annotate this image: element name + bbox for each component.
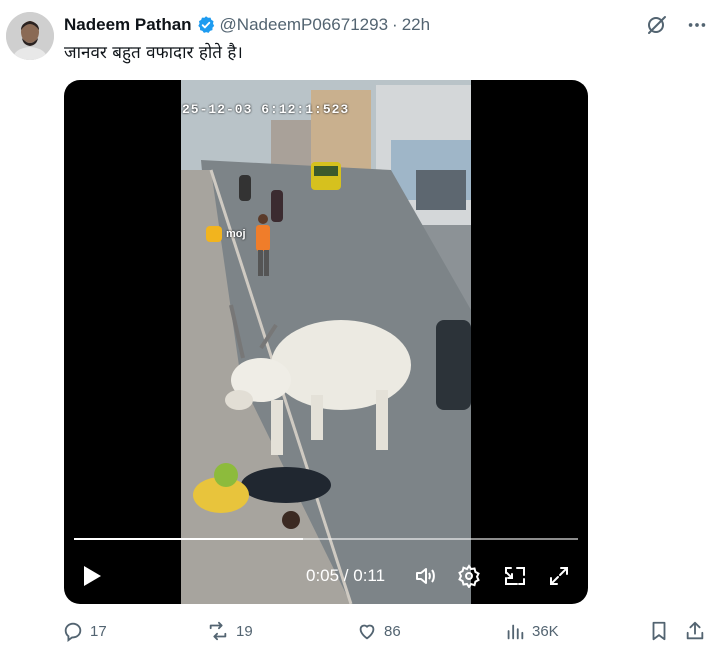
views-button[interactable]: 36K (504, 620, 559, 642)
author-handle[interactable]: @NadeemP06671293 (220, 15, 389, 35)
avatar[interactable] (6, 12, 54, 60)
watermark-label: moj (226, 228, 246, 240)
tweet-text: जानवर बहुत वफादार होते है। (64, 43, 243, 63)
moj-logo-icon (206, 226, 222, 242)
repost-button[interactable]: 19 (206, 620, 253, 642)
header-separator: · (392, 15, 398, 34)
share-icon (686, 621, 704, 640)
author-display-name[interactable]: Nadeem Pathan (64, 15, 192, 35)
grok-icon[interactable] (644, 12, 670, 38)
tweet-action-bar: 17 19 86 36K (62, 620, 718, 646)
bookmark-button[interactable] (648, 620, 670, 642)
more-icon[interactable] (684, 12, 710, 38)
video-progress-fill (74, 538, 304, 540)
share-button[interactable] (684, 620, 706, 642)
reply-count: 17 (90, 622, 107, 640)
views-icon (507, 624, 524, 640)
video-player[interactable]: 25-12-03 6:12:1:523 moj 0:05 / 0:11 (64, 80, 588, 604)
picture-in-picture-icon[interactable] (501, 562, 529, 590)
avatar-image (6, 12, 54, 60)
reply-button[interactable]: 17 (62, 620, 107, 642)
video-watermark: moj (206, 226, 246, 242)
play-icon[interactable] (78, 562, 106, 590)
bookmark-icon (652, 621, 666, 641)
repost-count: 19 (236, 622, 253, 640)
settings-icon[interactable] (455, 562, 483, 590)
reply-icon (64, 622, 82, 642)
video-overlay-timestamp: 25-12-03 6:12:1:523 (182, 102, 350, 117)
volume-icon[interactable] (411, 562, 439, 590)
post-time[interactable]: 22h (402, 15, 430, 35)
fullscreen-icon[interactable] (545, 562, 573, 590)
video-time-readout: 0:05 / 0:11 (306, 566, 386, 585)
like-button[interactable]: 86 (356, 620, 401, 642)
video-progress-bar[interactable] (74, 538, 578, 540)
video-frame (181, 80, 471, 604)
verified-badge-icon[interactable] (196, 15, 216, 35)
like-icon (359, 624, 375, 640)
like-count: 86 (384, 622, 401, 640)
header-actions (644, 12, 710, 38)
tweet-header: Nadeem Pathan @NadeemP06671293 · 22h (64, 14, 430, 36)
repost-icon (209, 621, 227, 641)
view-count: 36K (532, 622, 559, 640)
video-controls: 0:05 / 0:11 (64, 558, 588, 594)
